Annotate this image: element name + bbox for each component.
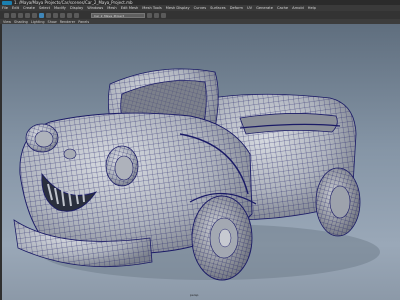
save-scene-icon[interactable] bbox=[18, 12, 23, 18]
menu-edit-mesh[interactable]: Edit Mesh bbox=[121, 6, 139, 10]
car-mesh-render bbox=[13, 68, 380, 281]
menu-file[interactable]: File bbox=[2, 6, 8, 10]
hood-emblem bbox=[63, 148, 77, 160]
menu-surfaces[interactable]: Surfaces bbox=[210, 6, 226, 10]
menu-select[interactable]: Select bbox=[39, 6, 50, 10]
menu-deform[interactable]: Deform bbox=[230, 6, 243, 10]
lasso-tool-icon[interactable] bbox=[46, 12, 51, 18]
paint-select-icon[interactable] bbox=[53, 12, 58, 18]
status-toolbar: Car_2_Maya_Project bbox=[0, 11, 400, 19]
redo-icon[interactable] bbox=[32, 12, 37, 18]
menu-generate[interactable]: Generate bbox=[256, 6, 273, 10]
right-headlight bbox=[105, 145, 139, 187]
snap-point-icon[interactable] bbox=[74, 12, 79, 18]
panel-menu-panels[interactable]: Panels bbox=[78, 20, 89, 24]
panel-menu-renderer[interactable]: Renderer bbox=[60, 20, 75, 24]
snap-grid-icon[interactable] bbox=[60, 12, 65, 18]
menu-edit[interactable]: Edit bbox=[12, 6, 19, 10]
menu-mesh-display[interactable]: Mesh Display bbox=[166, 6, 190, 10]
project-field[interactable]: Car_2_Maya_Project bbox=[91, 12, 145, 18]
menu-display[interactable]: Display bbox=[70, 6, 83, 10]
left-headlight bbox=[25, 123, 59, 153]
front-wheel bbox=[191, 195, 253, 281]
ipr-render-icon[interactable] bbox=[154, 12, 159, 18]
render-icon[interactable] bbox=[147, 12, 152, 18]
menu-curves[interactable]: Curves bbox=[194, 6, 206, 10]
menu-create[interactable]: Create bbox=[23, 6, 35, 10]
panel-menu-lighting[interactable]: Lighting bbox=[31, 20, 45, 24]
select-tool-icon[interactable] bbox=[39, 12, 44, 18]
render-settings-icon[interactable] bbox=[161, 12, 166, 18]
rear-wheel bbox=[315, 167, 361, 237]
left-edge-strip bbox=[0, 24, 2, 300]
snap-curve-icon[interactable] bbox=[67, 12, 72, 18]
panel-menu-view[interactable]: View bbox=[3, 20, 11, 24]
perspective-viewport[interactable] bbox=[0, 24, 400, 300]
menu-modify[interactable]: Modify bbox=[54, 6, 66, 10]
undo-icon[interactable] bbox=[25, 12, 30, 18]
menu-mesh-tools[interactable]: Mesh Tools bbox=[142, 6, 161, 10]
menu-mesh[interactable]: Mesh bbox=[107, 6, 116, 10]
menu-windows[interactable]: Windows bbox=[87, 6, 103, 10]
panel-menu-shading[interactable]: Shading bbox=[14, 20, 28, 24]
new-scene-icon[interactable] bbox=[4, 12, 9, 18]
menu-help[interactable]: Help bbox=[308, 6, 316, 10]
camera-label: persp bbox=[190, 293, 199, 297]
maya-logo-icon bbox=[2, 0, 12, 5]
menu-uv[interactable]: UV bbox=[247, 6, 252, 10]
open-scene-icon[interactable] bbox=[11, 12, 16, 18]
menu-cache[interactable]: Cache bbox=[277, 6, 288, 10]
panel-menu-show[interactable]: Show bbox=[48, 20, 57, 24]
menu-arnold[interactable]: Arnold bbox=[292, 6, 304, 10]
